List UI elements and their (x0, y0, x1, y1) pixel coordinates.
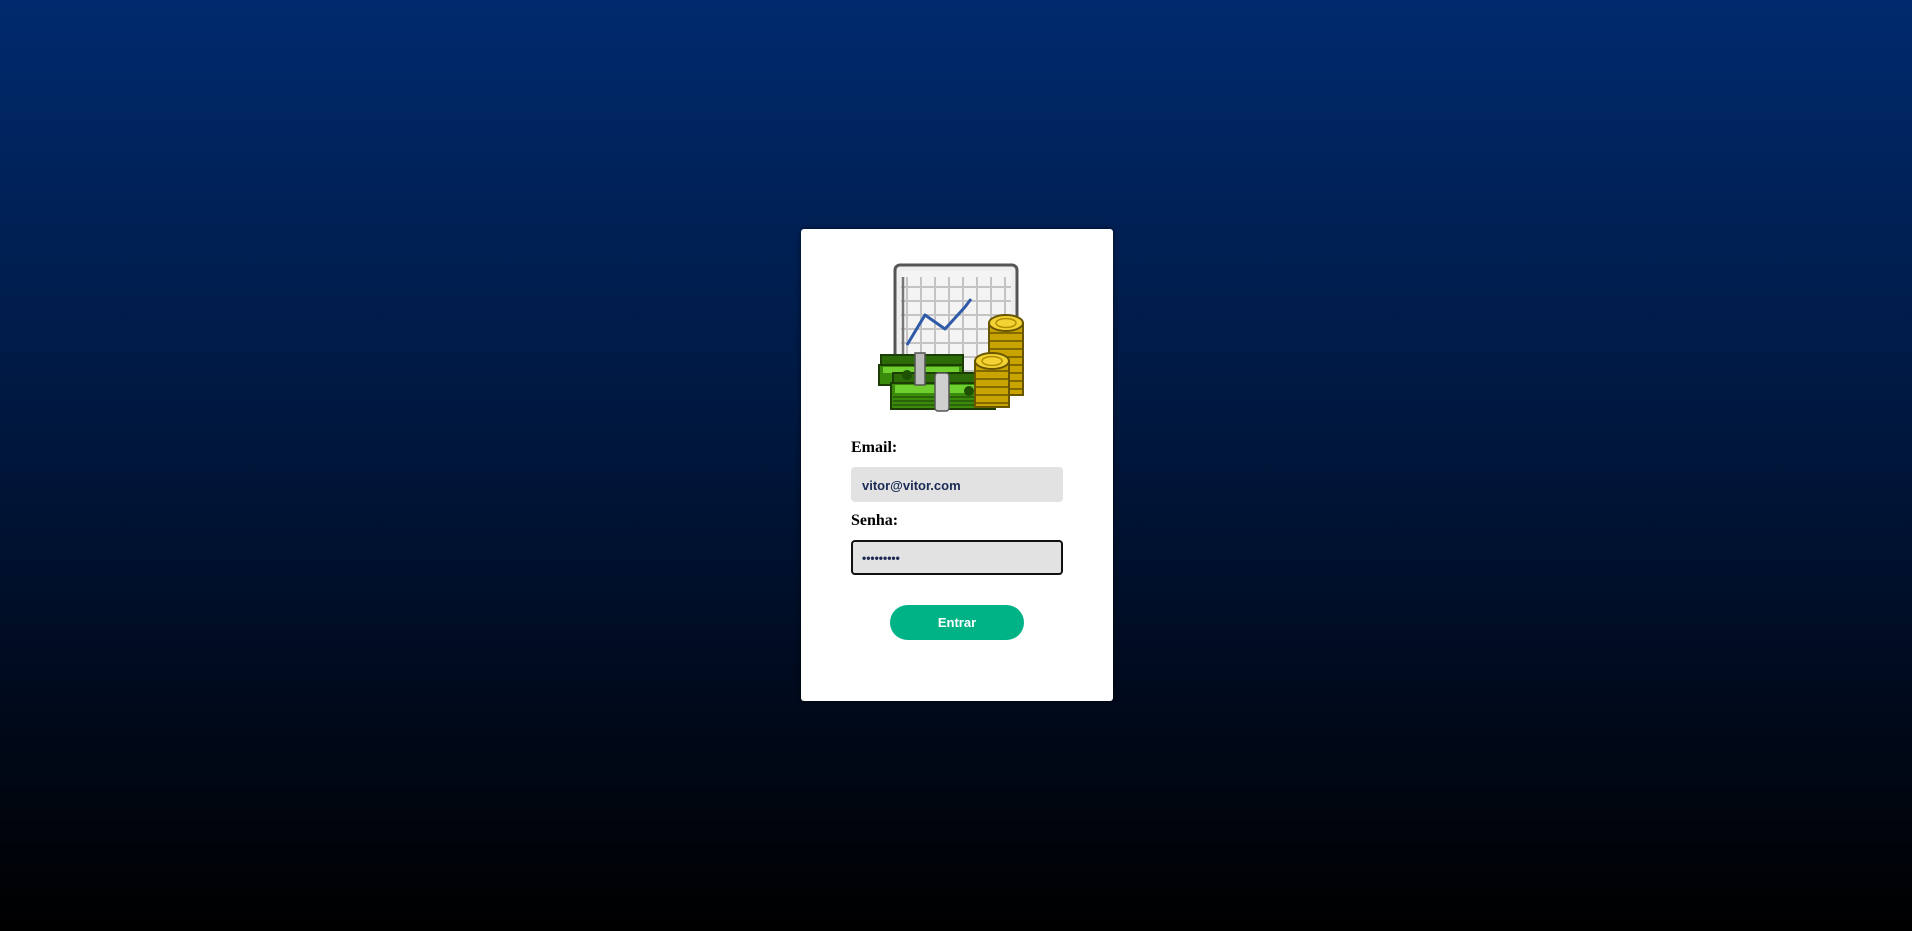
password-mask: ••••••••• (862, 551, 900, 565)
password-field[interactable]: ••••••••• (851, 540, 1063, 575)
login-button[interactable]: Entrar (890, 605, 1024, 640)
login-card: Email: vitor@vitor.com Senha: ••••••••• … (801, 229, 1113, 701)
finance-chart-money-icon (878, 263, 1024, 412)
email-field[interactable]: vitor@vitor.com (851, 467, 1063, 502)
email-label: Email: (851, 439, 898, 456)
password-label: Senha: (851, 512, 899, 529)
